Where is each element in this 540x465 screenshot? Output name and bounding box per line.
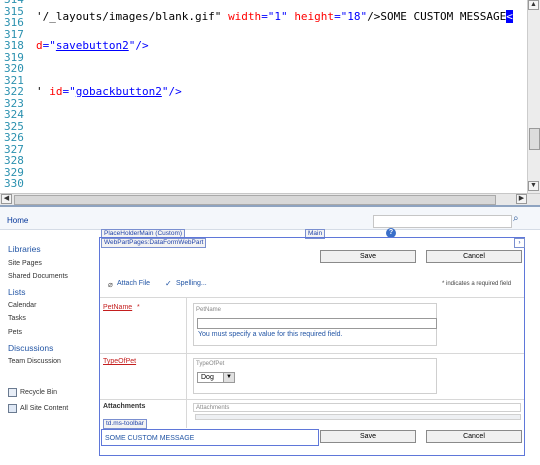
nav-item-team-discussion[interactable]: Team Discussion xyxy=(8,358,61,365)
petname-input[interactable] xyxy=(197,318,437,329)
code-text: ' xyxy=(36,85,50,98)
typeofpet-caption: TypeOfPet xyxy=(196,361,225,367)
search-icon[interactable]: ⌕ xyxy=(513,213,519,224)
scroll-left-icon[interactable]: ◀ xyxy=(1,194,12,204)
code-view[interactable]: 3143153163173183193203213223233243253263… xyxy=(0,0,540,193)
form-divider xyxy=(100,353,524,354)
scroll-thumb[interactable] xyxy=(529,128,540,150)
nav-lists-heading[interactable]: Lists xyxy=(8,287,25,297)
code-attr-id: d xyxy=(36,39,43,52)
petname-label: PetName xyxy=(103,304,133,311)
tag-dataformwebpart[interactable]: WebPartPages:DataFormWebPart xyxy=(101,238,207,248)
form-divider xyxy=(100,297,524,298)
code-line-322[interactable]: ' id="gobackbutton2"/> xyxy=(36,86,182,98)
code-selection: < xyxy=(506,10,513,23)
line-number-gutter: 3143153163173183193203213223233243253263… xyxy=(0,0,36,193)
nav-libraries-heading[interactable]: Libraries xyxy=(8,244,41,254)
nav-home-link[interactable]: Home xyxy=(7,216,28,225)
code-attr-width: width xyxy=(228,10,262,23)
line-number: 316 xyxy=(4,16,24,29)
spelling-icon: ✓ xyxy=(165,279,172,288)
code-line-318[interactable]: d="savebutton2"/> xyxy=(36,40,149,52)
save-button-top[interactable]: Save xyxy=(320,250,416,263)
line-number: 328 xyxy=(4,154,24,167)
cancel-button-top[interactable]: Cancel xyxy=(426,250,522,263)
webpart-menu-arrow-icon[interactable]: › xyxy=(514,238,525,248)
save-button-bottom[interactable]: Save xyxy=(320,430,416,443)
typeofpet-label: TypeOfPet xyxy=(103,358,137,365)
form-divider xyxy=(186,298,187,428)
code-value: ="1" xyxy=(261,10,295,23)
nav-recycle-bin[interactable]: Recycle Bin xyxy=(20,389,57,396)
chevron-down-icon[interactable]: ▼ xyxy=(223,373,234,382)
scroll-up-icon[interactable]: ▲ xyxy=(528,0,539,10)
nav-item-pets[interactable]: Pets xyxy=(8,329,22,336)
code-link-gobackbutton2[interactable]: gobackbutton2 xyxy=(76,85,162,98)
attachments-label: Attachments xyxy=(103,403,146,410)
code-attr-id: id xyxy=(49,85,63,98)
form-divider xyxy=(100,399,524,400)
paperclip-icon: ⌀ xyxy=(108,280,113,289)
nav-item-tasks[interactable]: Tasks xyxy=(8,315,26,322)
code-value: "/> xyxy=(128,39,149,52)
webpart-zone[interactable] xyxy=(99,237,525,456)
line-number: 318 xyxy=(4,39,24,52)
all-site-content-icon xyxy=(8,404,17,413)
code-value: =" xyxy=(62,85,76,98)
typeofpet-value: Dog xyxy=(201,374,214,381)
line-number: 322 xyxy=(4,85,24,98)
code-text: '/_layouts/images/blank.gif" xyxy=(36,10,229,23)
required-star: * xyxy=(137,304,140,311)
line-number: 330 xyxy=(4,177,24,190)
recycle-bin-icon xyxy=(8,388,17,397)
petname-caption: PetName xyxy=(196,307,222,313)
attachments-caption: Attachments xyxy=(196,405,230,411)
code-attr-height: height xyxy=(294,10,335,23)
code-vertical-scrollbar[interactable]: ▲ ▼ xyxy=(527,0,540,193)
nav-discussions-heading[interactable]: Discussions xyxy=(8,343,53,353)
line-number: 320 xyxy=(4,62,24,75)
nav-item-calendar[interactable]: Calendar xyxy=(8,302,36,309)
attachments-box xyxy=(193,403,521,412)
nav-all-site-content[interactable]: All Site Content xyxy=(20,405,68,412)
code-text: />SOME CUSTOM MESSAGE xyxy=(367,10,507,23)
tag-ms-toolbar[interactable]: td.ms-toolbar xyxy=(103,419,147,429)
code-line-316[interactable]: '/_layouts/images/blank.gif" width="1" h… xyxy=(36,10,513,23)
nav-item-site-pages[interactable]: Site Pages xyxy=(8,260,42,267)
scroll-down-icon[interactable]: ▼ xyxy=(528,181,539,191)
scroll-right-icon[interactable]: ▶ xyxy=(516,194,527,204)
validation-message: You must specify a value for this requir… xyxy=(198,331,343,338)
nav-item-shared-documents[interactable]: Shared Documents xyxy=(8,273,68,280)
required-field-note: * indicates a required field xyxy=(442,281,512,287)
search-input[interactable] xyxy=(373,215,512,228)
line-number: 324 xyxy=(4,108,24,121)
line-number: 326 xyxy=(4,131,24,144)
scroll-thumb-horizontal[interactable] xyxy=(14,195,496,205)
custom-message-text: SOME CUSTOM MESSAGE xyxy=(105,435,195,442)
code-horizontal-scrollbar[interactable]: ◀ ▶ xyxy=(0,193,540,205)
code-value: "/> xyxy=(161,85,182,98)
cancel-button-bottom[interactable]: Cancel xyxy=(426,430,522,443)
attach-file-link[interactable]: Attach File xyxy=(117,280,150,287)
code-value: ="18" xyxy=(334,10,368,23)
code-link-savebutton2[interactable]: savebutton2 xyxy=(56,39,129,52)
attachments-field[interactable] xyxy=(195,414,521,420)
typeofpet-select[interactable]: Dog ▼ xyxy=(197,372,235,383)
code-value: =" xyxy=(42,39,56,52)
spelling-link[interactable]: Spelling... xyxy=(176,280,207,287)
